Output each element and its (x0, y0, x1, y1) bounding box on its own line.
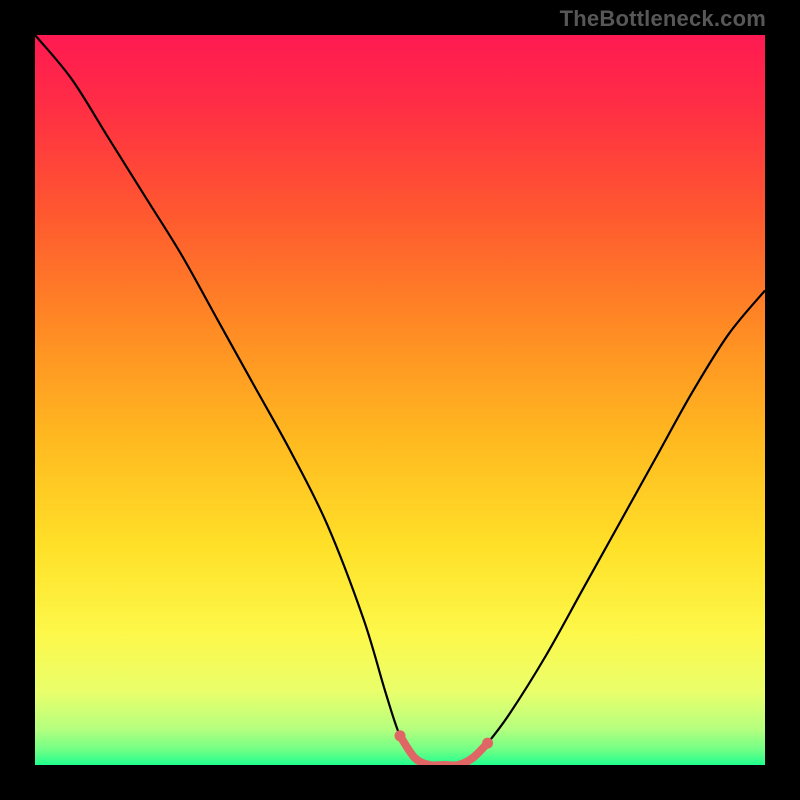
chart-container: TheBottleneck.com (0, 0, 800, 800)
gradient-background (35, 35, 765, 765)
highlight-end-dot (482, 738, 493, 749)
plot-area (35, 35, 765, 765)
chart-svg (35, 35, 765, 765)
watermark-text: TheBottleneck.com (560, 6, 766, 32)
highlight-end-dot (395, 730, 406, 741)
